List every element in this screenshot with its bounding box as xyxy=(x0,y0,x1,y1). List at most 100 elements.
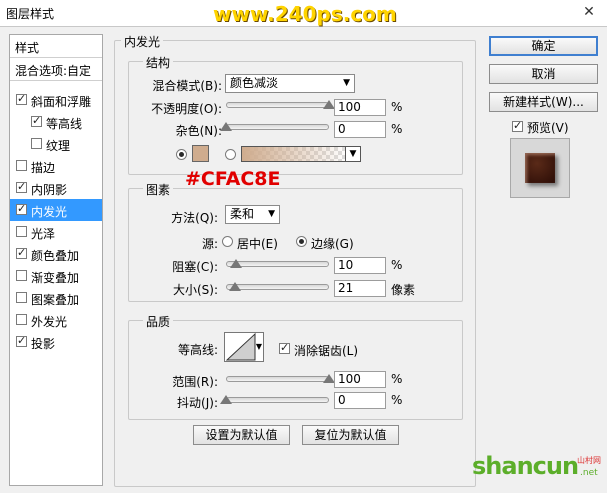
style-preview xyxy=(510,138,570,198)
style-item-label: 内阴影 xyxy=(31,183,68,197)
preview-swatch xyxy=(525,153,555,183)
glow-color-swatch[interactable] xyxy=(192,145,209,162)
opacity-input[interactable]: 100 xyxy=(334,99,386,116)
style-item-checkbox[interactable] xyxy=(16,270,27,281)
jitter-input[interactable]: 0 xyxy=(334,392,386,409)
size-slider-thumb[interactable] xyxy=(228,282,241,291)
style-item-checkbox[interactable] xyxy=(31,114,42,127)
jitter-slider-thumb[interactable] xyxy=(220,395,232,404)
style-item-checkbox[interactable] xyxy=(31,138,42,149)
chevron-down-icon: ▼ xyxy=(268,209,275,219)
style-item-label: 光泽 xyxy=(31,227,56,241)
watermark-sub: 山村网 xyxy=(577,456,601,465)
style-item-checkbox[interactable] xyxy=(16,202,27,215)
source-edge-label: 边缘(G) xyxy=(311,237,354,251)
style-item-checkbox[interactable] xyxy=(16,92,27,105)
opacity-slider[interactable] xyxy=(226,102,329,108)
method-select[interactable]: 柔和 ▼ xyxy=(225,205,280,224)
style-item[interactable]: 纹理 xyxy=(10,133,102,155)
size-unit: 像素 xyxy=(391,283,416,297)
gradient-picker[interactable]: ▼ xyxy=(241,146,361,162)
contour-label: 等高线: xyxy=(177,343,218,357)
choke-label: 阻塞(C): xyxy=(172,260,218,274)
range-unit: % xyxy=(391,372,403,386)
size-label: 大小(S): xyxy=(172,283,218,297)
reset-default-button[interactable]: 复位为默认值 xyxy=(302,425,399,445)
preview-checkbox[interactable] xyxy=(512,119,523,132)
structure-title: 结构 xyxy=(143,54,174,71)
style-item[interactable]: 图案叠加 xyxy=(10,287,102,309)
new-style-button[interactable]: 新建样式(W)... xyxy=(489,92,598,112)
title-bar: 图层样式 www.240ps.com ✕ xyxy=(0,0,607,27)
watermark-text: www.240ps.com xyxy=(213,2,397,26)
noise-input[interactable]: 0 xyxy=(334,121,386,138)
solid-color-radio[interactable] xyxy=(176,149,187,160)
choke-slider-thumb[interactable] xyxy=(230,259,243,268)
source-label: 源: xyxy=(201,237,218,251)
style-item-checkbox[interactable] xyxy=(16,180,27,193)
inner-glow-title: 内发光 xyxy=(121,33,164,50)
style-item[interactable]: 斜面和浮雕 xyxy=(10,89,102,111)
style-item-checkbox[interactable] xyxy=(16,246,27,259)
contour-picker[interactable]: ▼ xyxy=(224,332,264,362)
source-center-label: 居中(E) xyxy=(237,237,278,251)
style-item-label: 图案叠加 xyxy=(31,293,80,307)
elements-title: 图素 xyxy=(143,181,174,198)
style-item-label: 颜色叠加 xyxy=(31,249,80,263)
range-slider[interactable] xyxy=(226,376,329,382)
blend-options-item[interactable]: 混合选项:自定 xyxy=(10,58,102,81)
watermark-domain: .net xyxy=(580,468,598,478)
choke-unit: % xyxy=(391,258,403,272)
preview-label: 预览(V) xyxy=(527,121,569,135)
blend-mode-select[interactable]: 颜色减淡 ▼ xyxy=(225,74,355,93)
style-item-checkbox[interactable] xyxy=(16,334,27,347)
noise-slider[interactable] xyxy=(226,124,329,130)
jitter-label: 抖动(J): xyxy=(177,396,218,410)
styles-list: 样式 混合选项:自定 斜面和浮雕等高线纹理描边内阴影内发光光泽颜色叠加渐变叠加图… xyxy=(9,34,103,486)
style-item-label: 描边 xyxy=(31,161,56,175)
style-item[interactable]: 外发光 xyxy=(10,309,102,331)
style-item-label: 等高线 xyxy=(46,117,83,131)
choke-input[interactable]: 10 xyxy=(334,257,386,274)
jitter-slider[interactable] xyxy=(226,397,329,403)
blend-mode-label: 混合模式(B): xyxy=(152,79,222,93)
style-item[interactable]: 等高线 xyxy=(10,111,102,133)
range-input[interactable]: 100 xyxy=(334,371,386,388)
style-item[interactable]: 投影 xyxy=(10,331,102,353)
style-item-label: 渐变叠加 xyxy=(31,271,80,285)
style-item-checkbox[interactable] xyxy=(16,292,27,303)
method-label: 方法(Q): xyxy=(171,211,218,225)
style-item[interactable]: 描边 xyxy=(10,155,102,177)
make-default-button[interactable]: 设置为默认值 xyxy=(193,425,290,445)
range-label: 范围(R): xyxy=(172,375,218,389)
size-slider[interactable] xyxy=(226,284,329,290)
close-icon[interactable]: ✕ xyxy=(574,0,604,24)
quality-title: 品质 xyxy=(143,313,174,330)
opacity-label: 不透明度(O): xyxy=(151,102,222,116)
gradient-radio[interactable] xyxy=(225,149,236,160)
style-item-checkbox[interactable] xyxy=(16,160,27,171)
jitter-unit: % xyxy=(391,393,403,407)
ok-button[interactable]: 确定 xyxy=(489,36,598,56)
style-item-label: 斜面和浮雕 xyxy=(31,95,92,109)
style-item-label: 内发光 xyxy=(31,205,68,219)
noise-unit: % xyxy=(391,122,403,136)
style-item-checkbox[interactable] xyxy=(16,226,27,237)
style-item[interactable]: 颜色叠加 xyxy=(10,243,102,265)
styles-header[interactable]: 样式 xyxy=(10,35,102,58)
style-item[interactable]: 内发光 xyxy=(10,199,102,221)
style-item[interactable]: 内阴影 xyxy=(10,177,102,199)
style-item[interactable]: 光泽 xyxy=(10,221,102,243)
antialias-checkbox[interactable] xyxy=(279,341,290,354)
size-input[interactable]: 21 xyxy=(334,280,386,297)
style-item-checkbox[interactable] xyxy=(16,314,27,325)
chevron-down-icon: ▼ xyxy=(255,342,262,351)
source-center-radio[interactable] xyxy=(222,236,233,247)
site-watermark: shancun 山村网 .net xyxy=(472,452,607,488)
noise-slider-thumb[interactable] xyxy=(220,122,232,131)
source-edge-radio[interactable] xyxy=(296,236,307,247)
style-item[interactable]: 渐变叠加 xyxy=(10,265,102,287)
blend-mode-value: 颜色减淡 xyxy=(230,76,279,90)
chevron-down-icon: ▼ xyxy=(343,78,350,88)
cancel-button[interactable]: 取消 xyxy=(489,64,598,84)
